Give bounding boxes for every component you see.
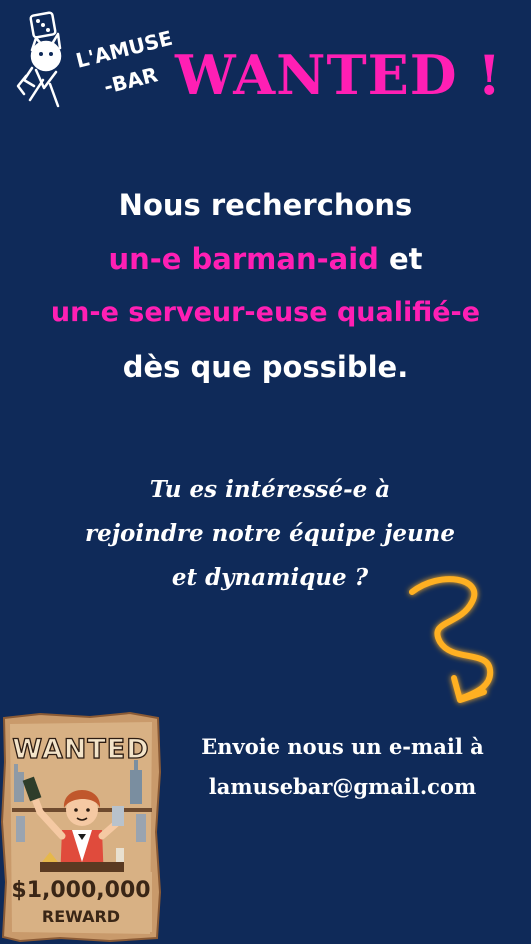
contact-email-link[interactable]: lamusebar@gmail.com bbox=[170, 767, 515, 807]
cat-mascot-icon bbox=[16, 32, 62, 108]
headline-line-4: dès que possible. bbox=[122, 350, 409, 384]
wanted-poster: WANTED $1,000,000 REWARD bbox=[0, 712, 162, 942]
job-headline: Nous recherchons un-e barman-aid et un-e… bbox=[0, 178, 531, 394]
position-serveur: un-e serveur-euse qualifié-e bbox=[50, 297, 481, 328]
dice-icon bbox=[29, 11, 57, 39]
headline-line-2: un-e barman-aid et bbox=[0, 232, 531, 286]
headline-line-1: Nous recherchons bbox=[118, 188, 413, 222]
headline-and: et bbox=[378, 242, 423, 276]
question-line-1: Tu es intéressé-e à bbox=[149, 476, 391, 503]
logo-line2: -BAR bbox=[101, 62, 160, 98]
lamuse-bar-logo: L'AMUSE -BAR bbox=[16, 11, 175, 108]
question-line-2: rejoindre notre équipe jeune bbox=[84, 520, 456, 547]
position-barman: un-e barman-aid bbox=[108, 242, 379, 276]
logo-line1: L'AMUSE bbox=[73, 26, 174, 73]
contact-info: Envoie nous un e-mail à lamusebar@gmail.… bbox=[170, 727, 515, 807]
wanted-title: WANTED ! bbox=[175, 43, 503, 107]
curly-arrow-icon bbox=[409, 576, 494, 703]
poster-reward-label: REWARD bbox=[41, 907, 121, 926]
poster-reward-amount: $1,000,000 bbox=[11, 878, 151, 903]
contact-line-1: Envoie nous un e-mail à bbox=[201, 734, 484, 759]
poster-heading: WANTED bbox=[12, 733, 150, 765]
